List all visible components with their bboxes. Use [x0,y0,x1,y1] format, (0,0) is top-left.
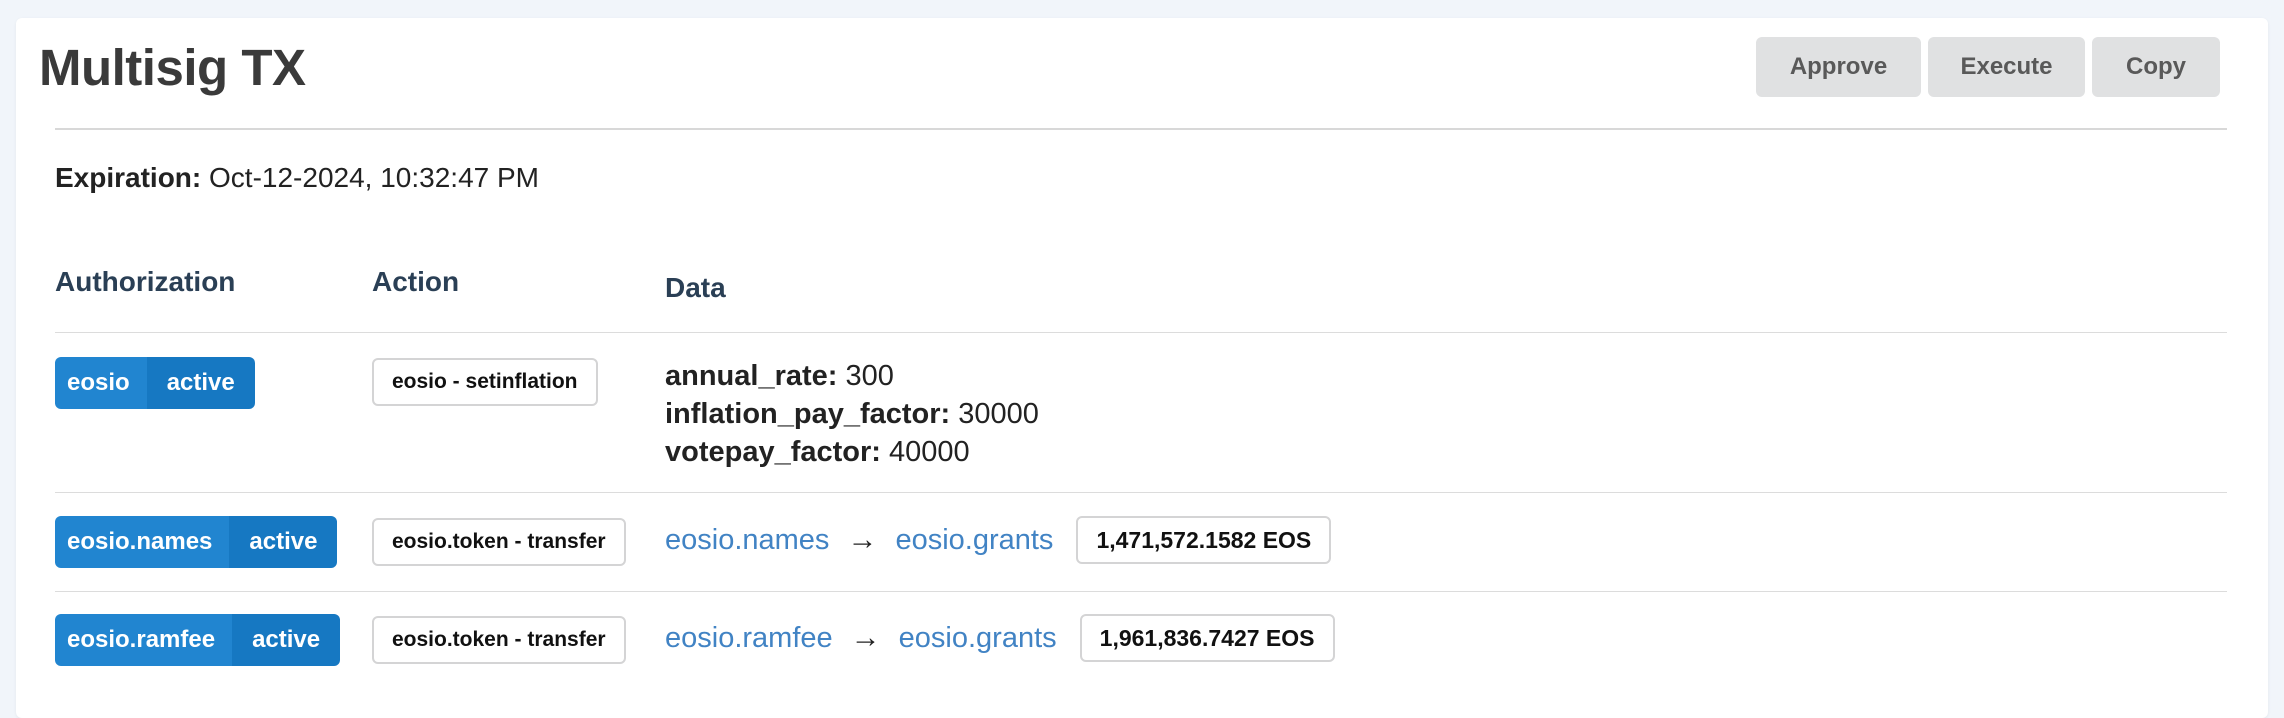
auth-account: eosio.names [55,516,230,568]
data-field-inflation-pay-factor: inflation_pay_factor: 30000 [665,395,1039,433]
action-label: eosio.token - transfer [372,616,626,664]
data-field-votepay-factor: votepay_factor: 40000 [665,433,1039,471]
header-divider [55,128,2227,130]
arrow-right-icon: → [847,523,878,556]
from-account-link[interactable]: eosio.names [665,524,829,557]
data-key: inflation_pay_factor: [665,398,951,430]
action-data: annual_rate: 300 inflation_pay_factor: 3… [665,357,1039,471]
arrow-right-icon: → [850,621,881,654]
row-divider [55,591,2227,592]
authorization-badge[interactable]: eosio.names active [55,516,338,568]
to-account-link[interactable]: eosio.grants [895,524,1053,557]
auth-account: eosio [55,357,147,409]
auth-permission: active [232,614,341,666]
transfer-data: eosio.names → eosio.grants 1,471,572.158… [665,516,1332,564]
amount-label: 1,961,836.7427 EOS [1079,614,1335,662]
from-account-link[interactable]: eosio.ramfee [665,622,833,655]
copy-button[interactable]: Copy [2092,37,2220,97]
authorization-badge[interactable]: eosio.ramfee active [55,614,341,666]
expiration: Expiration: Oct-12-2024, 10:32:47 PM [55,162,539,194]
multisig-card [16,18,2268,718]
authorization-badge[interactable]: eosio active [55,357,255,409]
data-value: 40000 [889,436,970,468]
row-divider [55,492,2227,493]
page-title: Multisig TX [39,39,306,96]
approve-button[interactable]: Approve [1756,37,1921,97]
column-header-authorization: Authorization [55,266,236,297]
transfer-data: eosio.ramfee → eosio.grants 1,961,836.74… [665,614,1335,662]
execute-button[interactable]: Execute [1928,37,2085,97]
auth-permission: active [146,357,255,409]
data-value: 300 [845,360,894,392]
auth-account: eosio.ramfee [55,614,233,666]
auth-permission: active [229,516,338,568]
to-account-link[interactable]: eosio.grants [899,622,1057,655]
action-label: eosio.token - transfer [372,518,626,566]
expiration-label: Expiration: [55,162,202,193]
column-header-data: Data [665,272,726,303]
action-label: eosio - setinflation [372,358,598,406]
data-field-annual-rate: annual_rate: 300 [665,357,1039,395]
column-header-action: Action [372,266,460,297]
data-key: annual_rate: [665,360,838,392]
amount-label: 1,471,572.1582 EOS [1076,516,1332,564]
table-header-divider [55,332,2227,333]
expiration-value: Oct-12-2024, 10:32:47 PM [209,162,539,193]
data-key: votepay_factor: [665,436,881,468]
data-value: 30000 [958,398,1039,430]
